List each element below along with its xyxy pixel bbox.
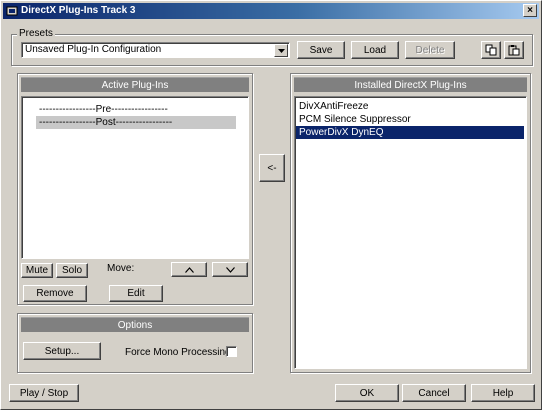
play-stop-button[interactable]: Play / Stop (9, 384, 79, 402)
title-bar[interactable]: DirectX Plug-Ins Track 3 × (3, 3, 539, 19)
active-plugins-header: Active Plug-Ins (21, 77, 249, 92)
load-button[interactable]: Load (351, 41, 399, 59)
copy-preset-button[interactable] (481, 41, 501, 59)
ok-button[interactable]: OK (335, 384, 399, 402)
mute-button-label: Mute (25, 265, 49, 276)
save-button[interactable]: Save (297, 41, 345, 59)
directx-plugins-dialog: DirectX Plug-Ins Track 3 × Presets Unsav… (0, 0, 542, 410)
app-icon (6, 6, 18, 16)
solo-button-label: Solo (61, 265, 82, 276)
list-item-selected[interactable]: PowerDivX DynEQ (296, 126, 524, 139)
preset-dropdown-arrow[interactable] (274, 44, 288, 57)
chevron-down-icon (277, 48, 285, 53)
move-down-button[interactable] (212, 262, 248, 277)
paste-icon (508, 45, 520, 56)
force-mono-label: Force Mono Processing (125, 347, 231, 358)
paste-preset-button[interactable] (504, 41, 524, 59)
arrow-down-icon (225, 266, 235, 273)
copy-icon (485, 44, 497, 56)
preset-select-value: Unsaved Plug-In Configuration (25, 44, 162, 55)
list-item[interactable]: -----------------Post----------------- (36, 116, 236, 129)
solo-button[interactable]: Solo (56, 263, 88, 278)
active-plugins-list[interactable]: -----------------Pre----------------- --… (21, 96, 249, 259)
setup-button[interactable]: Setup... (23, 342, 101, 360)
delete-button[interactable]: Delete (405, 41, 455, 59)
force-mono-checkbox[interactable] (226, 346, 237, 357)
help-button[interactable]: Help (471, 384, 535, 402)
move-up-button[interactable] (171, 262, 207, 277)
mute-button[interactable]: Mute (21, 263, 53, 278)
edit-button[interactable]: Edit (109, 285, 163, 302)
add-plugin-button[interactable]: <- (259, 154, 285, 182)
presets-group-label: Presets (17, 28, 55, 39)
move-label: Move: (107, 263, 135, 274)
list-item[interactable]: -----------------Pre----------------- (36, 103, 248, 116)
installed-plugins-list[interactable]: DivXAntiFreeze PCM Silence Suppressor Po… (294, 96, 527, 369)
close-icon: × (527, 5, 533, 16)
arrow-up-icon (184, 266, 194, 273)
close-button[interactable]: × (523, 4, 537, 17)
remove-button[interactable]: Remove (23, 285, 87, 302)
options-header: Options (21, 317, 249, 332)
cancel-button[interactable]: Cancel (402, 384, 466, 402)
installed-plugins-header: Installed DirectX Plug-Ins (294, 77, 527, 92)
preset-select[interactable]: Unsaved Plug-In Configuration (21, 42, 290, 58)
list-item[interactable]: DivXAntiFreeze (296, 100, 524, 113)
window-title: DirectX Plug-Ins Track 3 (21, 5, 136, 16)
list-item[interactable]: PCM Silence Suppressor (296, 113, 524, 126)
